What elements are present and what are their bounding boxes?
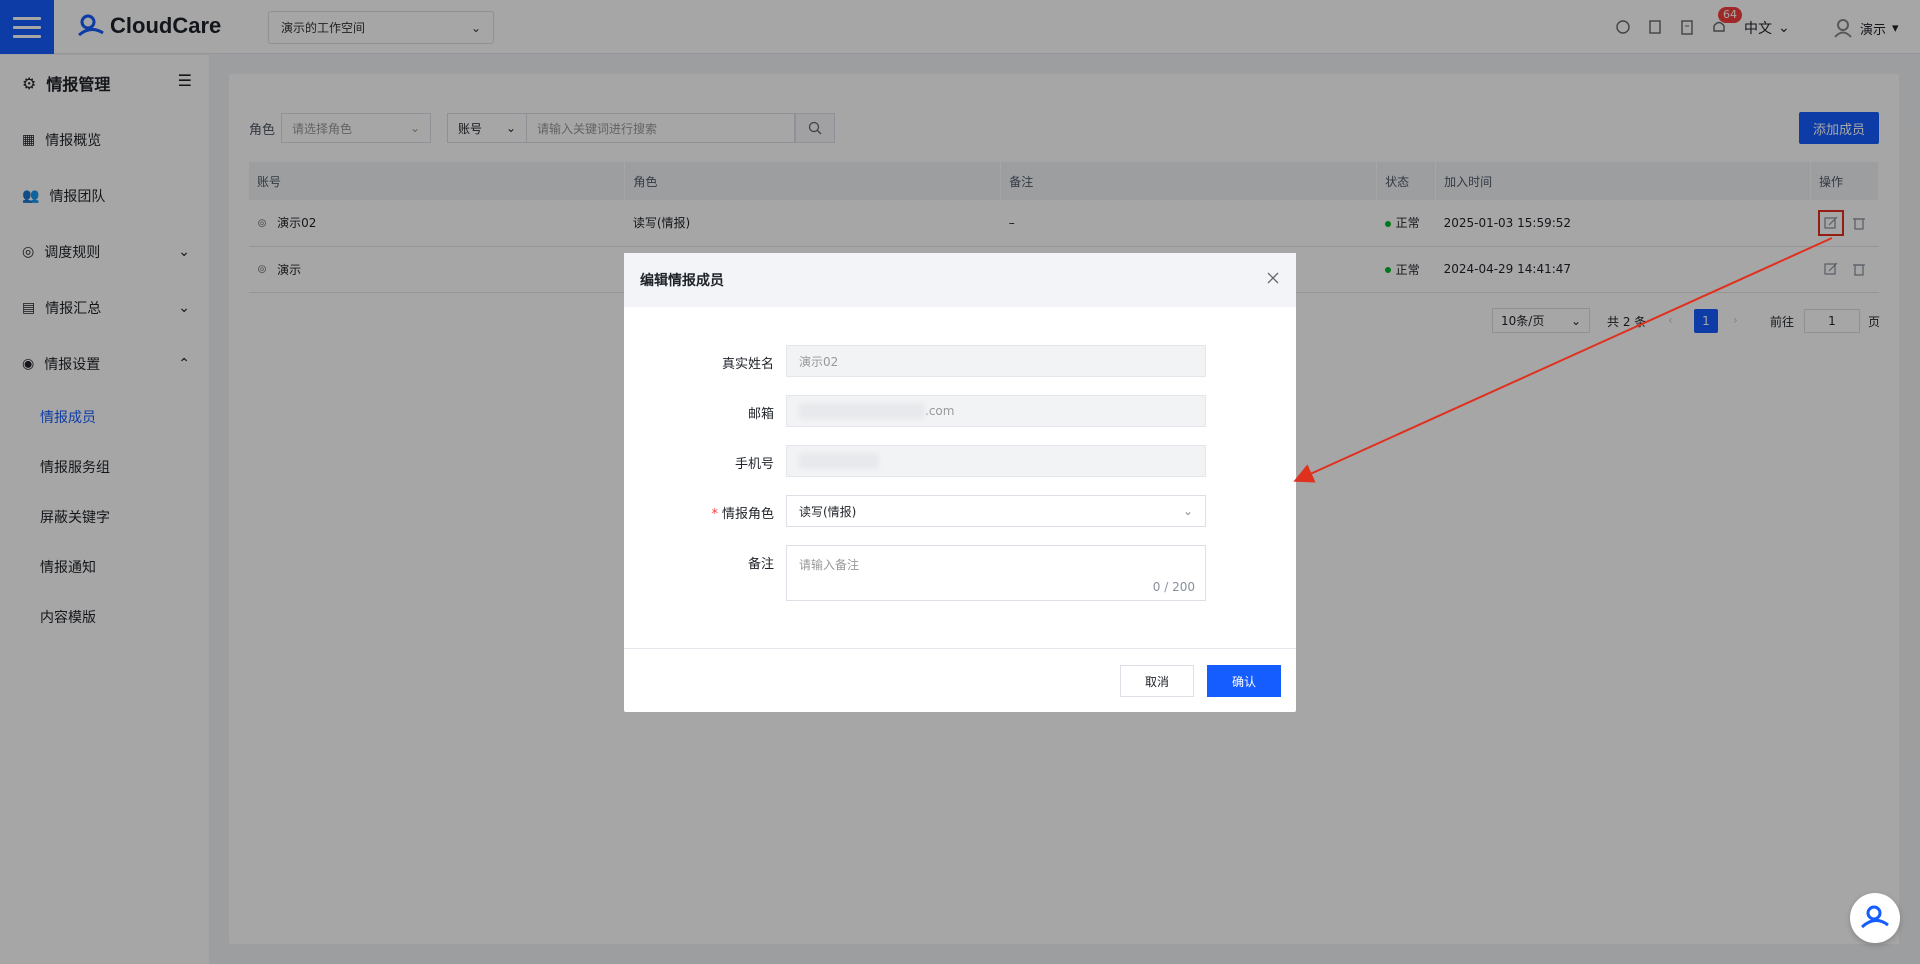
dialog-title: 编辑情报成员 (640, 273, 724, 289)
cancel-button[interactable]: 取消 (1120, 665, 1194, 697)
dialog-footer: 取消 确认 (624, 648, 1296, 712)
assistant-button[interactable] (1850, 893, 1900, 943)
note-placeholder: 请输入备注 (799, 558, 860, 572)
close-icon[interactable] (1266, 271, 1280, 285)
email-label: 邮箱 (747, 407, 774, 422)
dialog-header: 编辑情报成员 (624, 253, 1296, 307)
role-select-value: 读写(情报) (799, 504, 857, 519)
assistant-logo-icon (1860, 905, 1889, 929)
role-label-text: 情报角色 (721, 507, 774, 522)
name-value: 演示02 (799, 354, 839, 369)
email-field: .com (786, 395, 1206, 427)
note-textarea[interactable]: 请输入备注 0 / 200 (786, 545, 1206, 601)
confirm-button[interactable]: 确认 (1207, 665, 1281, 697)
role-select[interactable]: 读写(情报) ⌄ (786, 495, 1206, 527)
phone-field (786, 445, 1206, 477)
name-label: 真实姓名 (721, 357, 774, 372)
chevron-down-icon: ⌄ (1182, 504, 1193, 518)
note-char-count: 0 / 200 (1152, 580, 1195, 594)
phone-redacted (799, 453, 879, 469)
email-suffix: .com (925, 404, 955, 418)
edit-member-dialog: 编辑情报成员 真实姓名 演示02 邮箱 .com 手机号 * 情报角色 读写(情报… (624, 253, 1296, 712)
name-field: 演示02 (786, 345, 1206, 377)
note-label: 备注 (747, 557, 774, 572)
role-label: * 情报角色 (711, 507, 774, 522)
phone-label: 手机号 (734, 457, 774, 472)
email-redacted (799, 403, 925, 419)
